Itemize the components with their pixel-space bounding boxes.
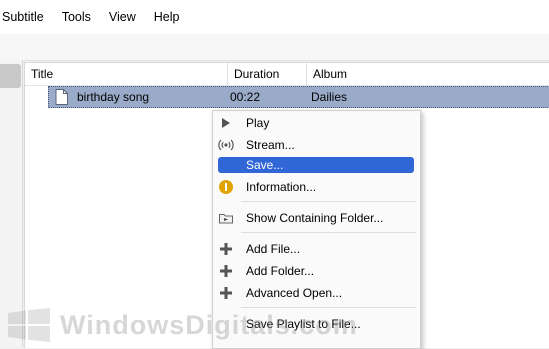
column-header-title[interactable]: Title	[25, 63, 228, 85]
plus-icon	[218, 241, 234, 257]
menu-item-information[interactable]: Information...	[213, 176, 420, 198]
menu-item-label: Stream...	[246, 138, 295, 152]
menu-view[interactable]: View	[100, 0, 145, 34]
play-icon	[218, 115, 234, 131]
menu-item-label: Add File...	[246, 242, 301, 256]
column-header-duration[interactable]: Duration	[228, 63, 307, 85]
menu-item-save[interactable]: Save...	[213, 154, 420, 176]
playlist-header: Title Duration Album	[25, 63, 549, 86]
watermark-text: WindowsDigitals.com	[60, 310, 358, 340]
row-duration: 00:22	[230, 90, 261, 104]
playlist-row[interactable]: birthday song 00:22 Dailies	[48, 86, 549, 108]
menu-item-label: Add Folder...	[246, 264, 315, 278]
menu-item-add-file[interactable]: Add File...	[213, 238, 420, 260]
windows-logo-icon	[8, 308, 50, 342]
menu-item-label: Information...	[246, 180, 317, 194]
menu-subtitle[interactable]: Subtitle	[0, 0, 53, 34]
watermark: WindowsDigitals.com	[0, 302, 549, 347]
row-title: birthday song	[77, 90, 150, 104]
column-header-album[interactable]: Album	[307, 63, 549, 85]
menu-item-add-folder[interactable]: Add Folder...	[213, 260, 420, 282]
plus-icon	[218, 285, 234, 301]
menu-item-advanced-open[interactable]: Advanced Open...	[213, 282, 420, 304]
row-album: Dailies	[311, 90, 348, 104]
stream-icon	[218, 137, 234, 153]
info-icon	[218, 179, 234, 195]
menu-tools[interactable]: Tools	[53, 0, 100, 34]
plus-icon	[218, 263, 234, 279]
menu-item-label: Play	[246, 116, 270, 130]
menu-item-label: Advanced Open...	[246, 286, 343, 300]
menu-item-stream[interactable]: Stream...	[213, 134, 420, 156]
menu-item-play[interactable]: Play	[213, 112, 420, 134]
file-icon	[55, 89, 68, 108]
side-panel-selected-item[interactable]	[0, 64, 21, 88]
menu-help[interactable]: Help	[145, 0, 189, 34]
folder-icon	[218, 210, 234, 226]
menu-separator	[241, 232, 416, 233]
menu-bar: Subtitle Tools View Help	[0, 0, 549, 34]
menu-item-show-containing-folder[interactable]: Show Containing Folder...	[213, 207, 420, 229]
toolbar-area	[0, 34, 549, 61]
menu-separator	[241, 201, 416, 202]
menu-item-label: Show Containing Folder...	[246, 211, 384, 225]
menu-item-label: Save...	[246, 158, 284, 172]
